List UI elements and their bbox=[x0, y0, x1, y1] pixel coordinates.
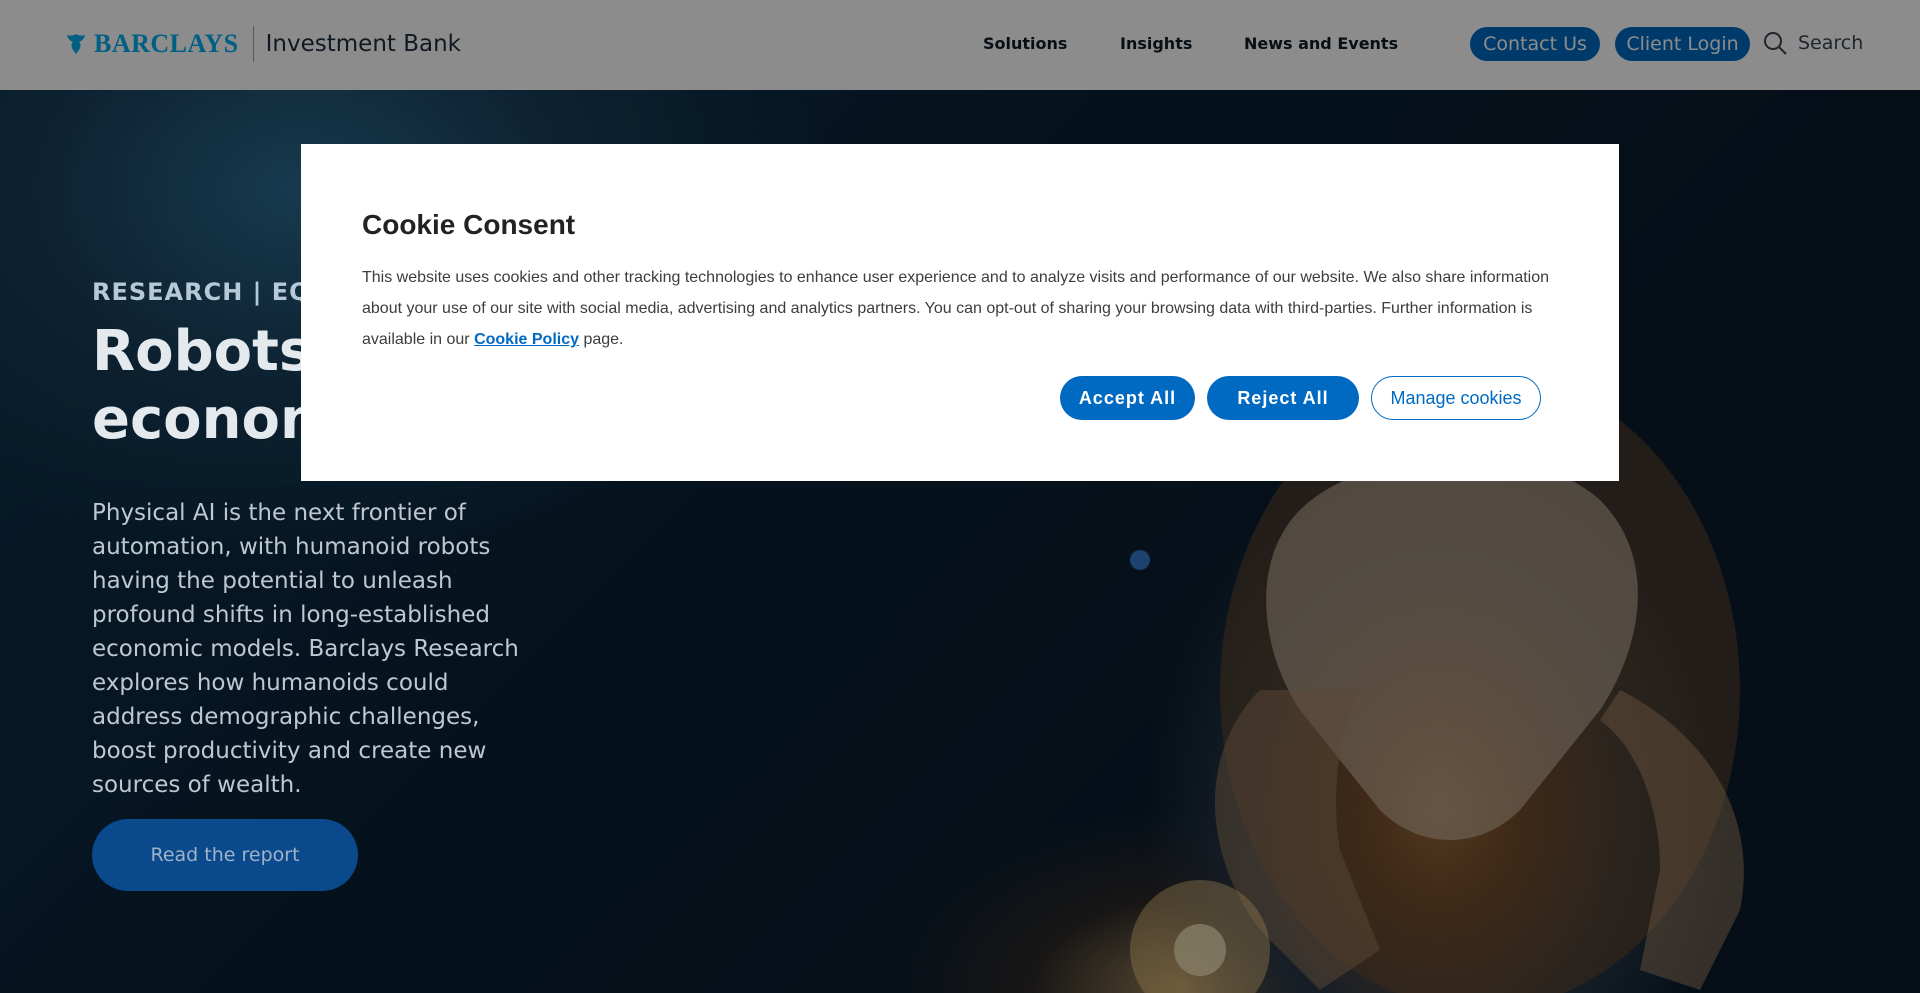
cookie-policy-link[interactable]: Cookie Policy bbox=[474, 331, 579, 348]
cookie-consent-title: Cookie Consent bbox=[362, 209, 576, 240]
accept-all-button[interactable]: Accept All bbox=[1060, 376, 1195, 420]
hero-description: Physical AI is the next frontier of auto… bbox=[92, 500, 519, 798]
manage-cookies-button[interactable]: Manage cookies bbox=[1371, 376, 1541, 420]
reject-all-button[interactable]: Reject All bbox=[1207, 376, 1359, 420]
cookie-consent-dialog: Cookie Consent This website uses cookies… bbox=[301, 144, 1619, 481]
cookie-consent-text: This website uses cookies and other trac… bbox=[362, 262, 1559, 355]
cookie-text-after-link: page. bbox=[579, 331, 624, 348]
read-the-report-button[interactable]: Read the report bbox=[92, 819, 358, 891]
